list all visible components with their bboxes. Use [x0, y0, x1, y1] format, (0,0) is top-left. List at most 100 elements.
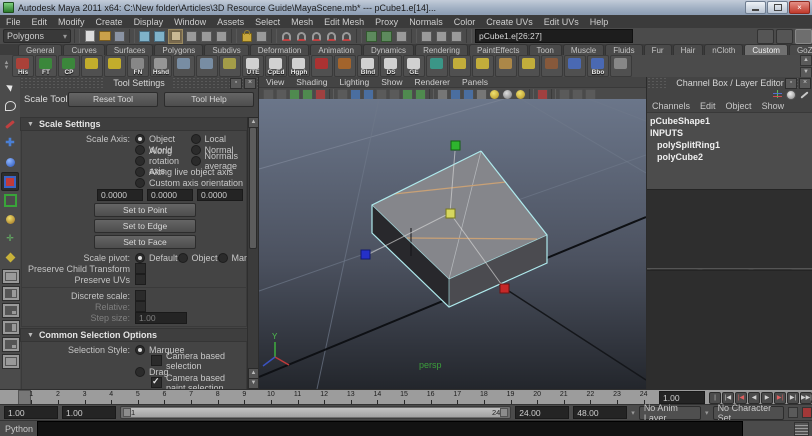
- menu-select[interactable]: Select: [255, 17, 280, 27]
- shelf-item[interactable]: FN: [127, 55, 149, 77]
- no-lights-icon[interactable]: [502, 88, 513, 100]
- radio-pivot-manip[interactable]: Manip: [217, 252, 248, 263]
- animation-end-field[interactable]: [573, 406, 628, 419]
- use-all-lights-icon[interactable]: [476, 88, 487, 100]
- scroll-down-arrow[interactable]: ▼: [248, 378, 258, 389]
- paint-select-tool[interactable]: [1, 115, 19, 134]
- output-connections-button[interactable]: [380, 30, 393, 43]
- mask-points-button[interactable]: [185, 30, 198, 43]
- close-button[interactable]: ×: [789, 1, 810, 14]
- viewport-canvas[interactable]: persp Y: [258, 98, 647, 390]
- panel-undock-icon[interactable]: ▫: [785, 78, 797, 89]
- shelf-item[interactable]: [196, 55, 218, 77]
- shelf-item[interactable]: [564, 55, 586, 77]
- shelf-item[interactable]: Hshd: [150, 55, 172, 77]
- shelf-item[interactable]: Blnd: [357, 55, 379, 77]
- preserve-child-checkbox[interactable]: [135, 263, 146, 274]
- command-language-toggle[interactable]: Python: [5, 424, 33, 434]
- layout-four-pane-button[interactable]: [2, 303, 20, 318]
- shelf-item[interactable]: [219, 55, 241, 77]
- snap-to-curve-button[interactable]: [295, 30, 308, 43]
- node-pcubeshape1[interactable]: pCubeShape1: [647, 115, 812, 127]
- chevron-icon[interactable]: ▾: [705, 409, 709, 417]
- shelf-tab-deformation[interactable]: Deformation: [249, 44, 310, 55]
- menu-display[interactable]: Display: [134, 17, 164, 27]
- wireframe-mode-icon[interactable]: [437, 88, 448, 100]
- cb-menu-edit[interactable]: Edit: [700, 101, 716, 111]
- command-input[interactable]: [37, 420, 744, 436]
- safe-title-icon[interactable]: [402, 88, 413, 100]
- snap-to-point-button[interactable]: [310, 30, 323, 43]
- shelf-tab-general[interactable]: General: [18, 44, 63, 55]
- shadows-icon[interactable]: [515, 88, 526, 100]
- vp-menu-view[interactable]: View: [266, 77, 284, 87]
- auto-keyframe-toggle[interactable]: [788, 407, 799, 418]
- selection-input-field[interactable]: [475, 29, 633, 43]
- shelf-tab-gozbrush[interactable]: GoZBrush: [788, 44, 812, 55]
- channel-box-header[interactable]: Channel Box / Layer Editor ▫ ×: [647, 77, 812, 89]
- vp-menu-shading[interactable]: Shading: [296, 77, 327, 87]
- shelf-tab-custom[interactable]: Custom: [744, 44, 788, 55]
- shelf-tab-muscle[interactable]: Muscle: [562, 44, 605, 55]
- shelf-item[interactable]: Hgph: [288, 55, 310, 77]
- scrollbar-thumb[interactable]: [249, 127, 257, 249]
- construction-history-button[interactable]: [395, 30, 408, 43]
- menu-color[interactable]: Color: [454, 17, 476, 27]
- shelf-item[interactable]: CP: [58, 55, 80, 77]
- anim-layer-dropdown[interactable]: No Anim Layer: [638, 403, 702, 423]
- shelf-tab-subdivs[interactable]: Subdivs: [204, 44, 249, 55]
- menu-edit-mesh[interactable]: Edit Mesh: [324, 17, 364, 27]
- playback-start-field[interactable]: [62, 406, 116, 419]
- shelf-item[interactable]: [541, 55, 563, 77]
- open-scene-button[interactable]: [98, 30, 111, 43]
- radio-local[interactable]: Local: [190, 133, 247, 144]
- select-object-button[interactable]: [153, 30, 166, 43]
- select-camera-icon[interactable]: [263, 88, 274, 100]
- ipr-render-button[interactable]: [435, 30, 448, 43]
- cb-menu-channels[interactable]: Channels: [652, 101, 690, 111]
- shelf-tab-fluids[interactable]: Fluids: [605, 44, 643, 55]
- radio-custom-axis-orientation[interactable]: Custom axis orientation: [135, 177, 243, 188]
- shelf-item[interactable]: His: [12, 55, 34, 77]
- status-divider[interactable]: [466, 29, 472, 43]
- step-size-field[interactable]: [135, 312, 187, 324]
- mask-faces-button[interactable]: [215, 30, 228, 43]
- time-ruler[interactable]: 1 2 3 4 5 6 7 8 9 10 11 12 13 14 15 16 1…: [0, 390, 657, 405]
- soft-modification-tool[interactable]: [1, 210, 19, 229]
- radio-pivot-default[interactable]: Default: [135, 252, 178, 263]
- move-tool[interactable]: ✚: [1, 134, 19, 153]
- scale-settings-section-header[interactable]: ▼ Scale Settings: [20, 117, 248, 131]
- cb-menu-object[interactable]: Object: [726, 101, 752, 111]
- preserve-uvs-checkbox[interactable]: [135, 274, 146, 285]
- status-divider[interactable]: [129, 29, 135, 43]
- status-divider[interactable]: [356, 29, 362, 43]
- safe-action-icon[interactable]: [389, 88, 400, 100]
- panel-undock-icon[interactable]: ▫: [230, 78, 242, 89]
- status-divider[interactable]: [74, 29, 80, 43]
- vp-menu-show[interactable]: Show: [381, 77, 402, 87]
- save-scene-button[interactable]: [113, 30, 126, 43]
- universal-manipulator-tool[interactable]: [1, 191, 19, 210]
- textured-mode-icon[interactable]: [463, 88, 474, 100]
- shelf-item[interactable]: [472, 55, 494, 77]
- default-lighting-icon[interactable]: [489, 88, 500, 100]
- custom-axis-x-field[interactable]: [97, 188, 143, 201]
- layout-persp-graph-button[interactable]: [2, 354, 20, 369]
- input-connections-button[interactable]: [365, 30, 378, 43]
- snap-to-grid-button[interactable]: [280, 30, 293, 43]
- range-start-handle[interactable]: [123, 408, 131, 417]
- menu-proxy[interactable]: Proxy: [375, 17, 398, 27]
- node-polysplitring1[interactable]: polySplitRing1: [647, 139, 812, 151]
- shelf-menu-arrows[interactable]: ▲ ▼: [2, 56, 11, 76]
- playback-end-field[interactable]: [515, 406, 570, 419]
- tool-help-button[interactable]: Tool Help: [164, 92, 254, 107]
- common-selection-section-header[interactable]: ▼ Common Selection Options: [20, 328, 248, 342]
- channel-box-toggle[interactable]: [795, 28, 812, 44]
- status-divider[interactable]: [231, 29, 237, 43]
- vp-menu-panels[interactable]: Panels: [462, 77, 488, 87]
- isolate-select-icon[interactable]: [537, 88, 548, 100]
- last-tool[interactable]: [1, 248, 19, 267]
- shelf-item[interactable]: [518, 55, 540, 77]
- render-button[interactable]: [420, 30, 433, 43]
- shelf-item[interactable]: UTE: [242, 55, 264, 77]
